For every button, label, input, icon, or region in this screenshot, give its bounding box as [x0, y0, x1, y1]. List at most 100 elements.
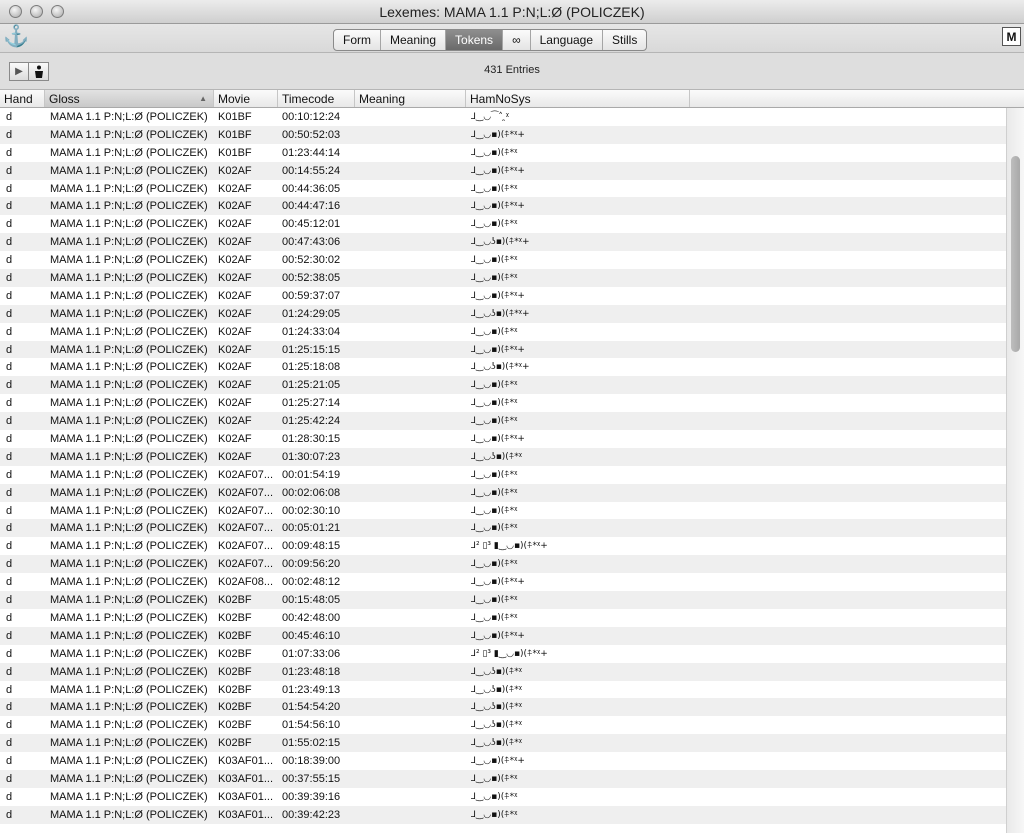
cell-movie: K02AF [218, 272, 252, 285]
cell-gloss: MAMA 1.1 P:N;L:Ø (POLICZEK) [50, 379, 208, 392]
table-row[interactable]: d MAMA 1.1 P:N;L:Ø (POLICZEK) K03AF01... 00… [0, 788, 1006, 806]
table-row[interactable]: d MAMA 1.1 P:N;L:Ø (POLICZEK) K02BF 00:45:4… [0, 626, 1006, 645]
tab-meaning[interactable]: Meaning [381, 30, 447, 50]
table-row[interactable]: d MAMA 1.1 P:N;L:Ø (POLICZEK) K02BF 01:54:5… [0, 716, 1006, 734]
table-row[interactable]: d MAMA 1.1 P:N;L:Ø (POLICZEK) K02AF 01:25:2… [0, 394, 1006, 412]
cell-hand: d [6, 343, 13, 356]
table-row[interactable]: d MAMA 1.1 P:N;L:Ø (POLICZEK) K02AF07... 00… [0, 519, 1006, 538]
table-row[interactable]: d MAMA 1.1 P:N;L:Ø (POLICZEK) K02AF 00:52:3… [0, 251, 1006, 269]
table-row[interactable]: d MAMA 1.1 P:N;L:Ø (POLICZEK) K02AF07... 00… [0, 502, 1006, 520]
cell-timecode: 01:25:21:05 [282, 379, 341, 392]
anchor-icon[interactable]: ⚓ [3, 25, 29, 49]
table-row[interactable]: d MAMA 1.1 P:N;L:Ø (POLICZEK) K02AF08... 00… [0, 573, 1006, 591]
column-header-movie[interactable]: Movie [214, 90, 278, 107]
cell-movie: K02AF [218, 164, 252, 177]
table-row[interactable]: d MAMA 1.1 P:N;L:Ø (POLICZEK) K02AF 00:59:3… [0, 287, 1006, 305]
cell-timecode: 01:24:29:05 [282, 307, 341, 320]
cell-movie: K03AF01... [218, 755, 274, 768]
cell-timecode: 01:55:02:15 [282, 737, 341, 750]
tab-stills[interactable]: Stills [603, 30, 646, 50]
cell-hand: d [6, 629, 13, 642]
cell-timecode: 00:44:47:16 [282, 200, 341, 213]
tab-form[interactable]: Form [334, 30, 381, 50]
table-row[interactable]: d MAMA 1.1 P:N;L:Ø (POLICZEK) K01BF 00:10:1… [0, 108, 1006, 126]
vertical-scrollbar[interactable] [1006, 108, 1024, 833]
cell-gloss: MAMA 1.1 P:N;L:Ø (POLICZEK) [50, 325, 208, 338]
cell-hamnosys: ⅃‿◡▪)(⍏*ᵡ [471, 255, 518, 266]
cell-timecode: 00:09:56:20 [282, 558, 341, 571]
table-row[interactable]: d MAMA 1.1 P:N;L:Ø (POLICZEK) K02AF 00:45:1… [0, 215, 1006, 233]
cell-movie: K03AF01... [218, 808, 274, 821]
cell-hamnosys: ⅃‿◡▪)(⍏*ᵡ [471, 416, 518, 427]
column-header-timecode[interactable]: Timecode [278, 90, 355, 107]
cell-timecode: 00:42:48:00 [282, 611, 341, 624]
tab-tokens[interactable]: Tokens [446, 30, 504, 50]
cell-gloss: MAMA 1.1 P:N;L:Ø (POLICZEK) [50, 647, 208, 660]
table-row[interactable]: d MAMA 1.1 P:N;L:Ø (POLICZEK) K02AF 01:25:2… [0, 376, 1006, 395]
cell-gloss: MAMA 1.1 P:N;L:Ø (POLICZEK) [50, 272, 208, 285]
cell-hand: d [6, 415, 13, 428]
cell-gloss: MAMA 1.1 P:N;L:Ø (POLICZEK) [50, 683, 208, 696]
column-header-hand[interactable]: Hand [0, 90, 45, 107]
table-row[interactable]: d MAMA 1.1 P:N;L:Ø (POLICZEK) K02AF07... 00… [0, 483, 1006, 502]
cell-hand: d [6, 450, 13, 463]
table-row[interactable]: d MAMA 1.1 P:N;L:Ø (POLICZEK) K01BF 01:23:4… [0, 144, 1006, 162]
cell-hamnosys: ⅃‿◡▪)(⍏*ᵡ+ [471, 290, 525, 301]
table-row[interactable]: d MAMA 1.1 P:N;L:Ø (POLICZEK) K02BF 01:55:0… [0, 734, 1006, 753]
cell-timecode: 00:39:39:16 [282, 790, 341, 803]
cell-timecode: 01:25:27:14 [282, 397, 341, 410]
cell-hamnosys: ⅃‿◡▪)(⍏*ᵡ [471, 147, 518, 158]
cell-hand: d [6, 772, 13, 785]
cell-movie: K02AF07... [218, 558, 274, 571]
table-row[interactable]: d MAMA 1.1 P:N;L:Ø (POLICZEK) K01BF 00:50:5… [0, 125, 1006, 144]
cell-hamnosys: ⅃‿◡▪)(⍏*ᵡ [471, 487, 518, 498]
table-row[interactable]: d MAMA 1.1 P:N;L:Ø (POLICZEK) K02BF 01:07:3… [0, 645, 1006, 663]
table-row[interactable]: d MAMA 1.1 P:N;L:Ø (POLICZEK) K02AF 01:30:0… [0, 447, 1006, 466]
table-row[interactable]: d MAMA 1.1 P:N;L:Ø (POLICZEK) K02BF 01:23:4… [0, 681, 1006, 699]
cell-hamnosys: ⅃‿◡▪)(⍏*ᵡ [471, 523, 518, 534]
table-row[interactable]: d MAMA 1.1 P:N;L:Ø (POLICZEK) K02AF 00:47:4… [0, 233, 1006, 252]
table-row[interactable]: d MAMA 1.1 P:N;L:Ø (POLICZEK) K02BF 00:15:4… [0, 591, 1006, 609]
table-row[interactable]: d MAMA 1.1 P:N;L:Ø (POLICZEK) K02AF 01:25:1… [0, 340, 1006, 359]
table-row[interactable]: d MAMA 1.1 P:N;L:Ø (POLICZEK) K02AF07... 00… [0, 537, 1006, 555]
table-row[interactable]: d MAMA 1.1 P:N;L:Ø (POLICZEK) K02AF 00:44:4… [0, 197, 1006, 216]
cell-hand: d [6, 611, 13, 624]
table-row[interactable]: d MAMA 1.1 P:N;L:Ø (POLICZEK) K02AF07... 00… [0, 466, 1006, 484]
window-title: Lexemes: MAMA 1.1 P:N;L:Ø (POLICZEK) [379, 4, 645, 20]
cell-movie: K02BF [218, 647, 252, 660]
table-row[interactable]: d MAMA 1.1 P:N;L:Ø (POLICZEK) K02AF 00:44:3… [0, 180, 1006, 198]
column-header-hamnosys[interactable]: HamNoSys [466, 90, 690, 107]
cell-hamnosys: ⅃‿◡▪)(⍏*ᵡ+ [471, 630, 525, 641]
table-row[interactable]: d MAMA 1.1 P:N;L:Ø (POLICZEK) K02BF 01:54:5… [0, 698, 1006, 717]
cell-movie: K01BF [218, 111, 252, 123]
column-header-meaning[interactable]: Meaning [355, 90, 466, 107]
table-row[interactable]: d MAMA 1.1 P:N;L:Ø (POLICZEK) K02BF 01:23:4… [0, 662, 1006, 681]
cell-gloss: MAMA 1.1 P:N;L:Ø (POLICZEK) [50, 236, 208, 249]
table-row[interactable]: d MAMA 1.1 P:N;L:Ø (POLICZEK) K02AF07... 00… [0, 555, 1006, 574]
cell-hamnosys: ⅃‿◡▪)(⍏*ᵡ+ [471, 577, 525, 588]
cell-timecode: 00:37:55:15 [282, 772, 341, 785]
table-row[interactable]: d MAMA 1.1 P:N;L:Ø (POLICZEK) K03AF01... 00… [0, 805, 1006, 824]
table-row[interactable]: d MAMA 1.1 P:N;L:Ø (POLICZEK) K02AF 01:28:3… [0, 430, 1006, 448]
table-row[interactable]: d MAMA 1.1 P:N;L:Ø (POLICZEK) K02AF 01:24:2… [0, 304, 1006, 323]
table-row[interactable]: d MAMA 1.1 P:N;L:Ø (POLICZEK) K02AF 01:25:4… [0, 412, 1006, 431]
cell-timecode: 01:23:48:18 [282, 665, 341, 678]
m-button[interactable]: M [1002, 27, 1021, 46]
tab-infinity[interactable]: ∞ [503, 30, 531, 50]
cell-hand: d [6, 289, 13, 302]
cell-hamnosys: ⅃‿◡ʖ▪)(⍏*ᵡ+ [471, 237, 530, 248]
table-row[interactable]: d MAMA 1.1 P:N;L:Ø (POLICZEK) K02AF 00:52:3… [0, 269, 1006, 287]
table-row[interactable]: d MAMA 1.1 P:N;L:Ø (POLICZEK) K02AF 00:14:5… [0, 161, 1006, 180]
cell-movie: K02AF07... [218, 540, 274, 553]
cell-timecode: 00:45:46:10 [282, 629, 341, 642]
table-row[interactable]: d MAMA 1.1 P:N;L:Ø (POLICZEK) K02AF 01:25:1… [0, 358, 1006, 376]
table-row[interactable]: d MAMA 1.1 P:N;L:Ø (POLICZEK) K03AF01... 00… [0, 752, 1006, 770]
table-row[interactable]: d MAMA 1.1 P:N;L:Ø (POLICZEK) K02AF 01:24:3… [0, 323, 1006, 341]
scrollbar-thumb[interactable] [1011, 156, 1020, 352]
column-header-gloss[interactable]: Gloss ▲ [45, 90, 214, 107]
cell-gloss: MAMA 1.1 P:N;L:Ø (POLICZEK) [50, 289, 208, 302]
tab-language[interactable]: Language [531, 30, 604, 50]
cell-hand: d [6, 790, 13, 803]
table-row[interactable]: d MAMA 1.1 P:N;L:Ø (POLICZEK) K03AF01... 00… [0, 769, 1006, 788]
table-row[interactable]: d MAMA 1.1 P:N;L:Ø (POLICZEK) K02BF 00:42:4… [0, 609, 1006, 627]
